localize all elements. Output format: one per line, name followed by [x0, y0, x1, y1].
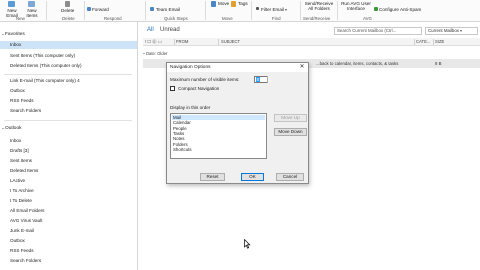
compact-navigation-label: Compact Navigation — [178, 85, 220, 91]
folder-search-folders[interactable]: Search Folders — [0, 107, 137, 115]
antispam-icon — [374, 7, 378, 11]
tab-all[interactable]: All — [147, 26, 154, 34]
forward-button[interactable]: Forward — [92, 7, 109, 12]
favorite-deleted-items[interactable]: Deleted Items (This computer only) — [0, 62, 137, 70]
search-input[interactable]: Search Current Mailbox (Ctrl... — [334, 27, 422, 35]
message-subject: ...back to calendar, items, contacts, & … — [316, 61, 399, 66]
tags-button[interactable]: Tags — [238, 1, 248, 6]
folder-drafts[interactable]: Drafts [3] — [0, 147, 137, 155]
list-filter-bar: All Unread Search Current Mailbox (Ctrl.… — [139, 24, 480, 36]
delete-button[interactable]: Delete — [61, 8, 74, 13]
navigation-options-dialog: Navigation Options ✕ Maximum number of v… — [166, 62, 309, 184]
display-order-label: Display in this order — [170, 105, 211, 110]
column-categories[interactable]: CATE... — [416, 38, 430, 46]
group-label-new: New — [16, 15, 25, 21]
folder-avg-virus-vault[interactable]: AVG Virus Vault — [0, 217, 137, 225]
send-receive-all-button[interactable]: Send/Receive All Folders — [304, 1, 334, 11]
reset-button[interactable]: Reset — [200, 173, 225, 181]
new-items-button[interactable]: New Items — [23, 8, 41, 18]
folder-to-delete[interactable]: I To Delete — [0, 197, 137, 205]
favorites-header[interactable]: Favorites — [0, 31, 137, 39]
favorite-inbox[interactable]: Inbox — [0, 41, 137, 49]
folder-link-email[interactable]: Link E-mail (This computer only) 4 — [0, 77, 137, 85]
order-item-shortcuts[interactable]: Shortcuts — [172, 147, 265, 152]
folder-to-archive[interactable]: I To Archive — [0, 187, 137, 195]
delete-icon[interactable] — [65, 1, 70, 7]
dialog-title: Navigation Options — [167, 63, 308, 72]
folder-sent-items[interactable]: Sent Items — [0, 157, 137, 165]
folder-outbox[interactable]: Outbox — [0, 87, 137, 95]
column-from[interactable]: FROM — [176, 38, 188, 46]
column-headers: ! ☐ ⓪ 🖂 FROM SUBJECT CATE... SIZE — [143, 38, 480, 46]
folder-search-folders-2[interactable]: Search Folders — [0, 257, 137, 265]
chevron-down-icon — [460, 29, 462, 32]
column-icons[interactable]: ! ☐ ⓪ 🖂 — [145, 38, 163, 46]
group-header[interactable]: Date: Older — [143, 50, 480, 57]
max-items-label: Maximum number of visible items: — [170, 77, 240, 82]
chevron-down-icon — [143, 52, 145, 54]
new-email-icon[interactable] — [8, 1, 15, 7]
move-icon[interactable] — [211, 1, 216, 7]
folder-rss-feeds-2[interactable]: RSS Feeds — [0, 247, 137, 255]
column-subject[interactable]: SUBJECT — [221, 38, 240, 46]
compact-navigation-checkbox[interactable] — [170, 86, 175, 91]
folder-all-email-folders[interactable]: All Email Folders — [0, 207, 137, 215]
group-label-send-receive: Send/Receive — [303, 15, 331, 21]
message-size: 8 B — [435, 61, 442, 66]
group-label-move: Move — [222, 15, 233, 21]
folder-rss-feeds[interactable]: RSS Feeds — [0, 97, 137, 105]
search-scope-dropdown[interactable]: Current Mailbox — [425, 27, 478, 35]
configure-antispam-button[interactable]: Configure Anti-Spam — [379, 7, 421, 12]
tags-icon[interactable] — [231, 1, 236, 7]
group-label-delete: Delete — [62, 15, 75, 21]
group-label-avg: AVG — [363, 15, 372, 21]
group-label-find: Find — [272, 15, 281, 21]
folder-lactive[interactable]: LActive — [0, 177, 137, 185]
ok-button[interactable]: OK — [241, 173, 264, 181]
team-email-quickstep[interactable]: Team Email — [156, 7, 180, 12]
team-email-icon — [150, 7, 154, 11]
mouse-cursor-icon — [244, 239, 251, 249]
move-button[interactable]: Move — [218, 1, 229, 6]
folder-outbox-2[interactable]: Outbox — [0, 237, 137, 245]
folder-pane: Favorites Inbox Sent Items (This compute… — [0, 22, 138, 270]
run-avg-button[interactable]: Run AVG User Interface — [341, 1, 371, 11]
new-items-icon[interactable] — [28, 1, 35, 7]
folder-junk-email[interactable]: Junk E-mail — [0, 227, 137, 235]
favorite-sent-items[interactable]: Sent Items (This computer only) — [0, 52, 137, 60]
column-size[interactable]: SIZE — [435, 38, 444, 46]
folder-inbox[interactable]: Inbox — [0, 137, 137, 145]
filter-icon — [256, 7, 259, 10]
close-icon[interactable]: ✕ — [297, 63, 307, 72]
cancel-button[interactable]: Cancel — [276, 173, 304, 181]
filter-email-button[interactable]: Filter Email — [261, 7, 287, 12]
move-up-button[interactable]: Move Up — [274, 114, 307, 122]
group-label-respond: Respond — [104, 15, 122, 21]
tab-unread[interactable]: Unread — [160, 26, 180, 34]
move-down-button[interactable]: Move Down — [274, 128, 307, 136]
group-label-quick-steps: Quick Steps — [164, 15, 188, 21]
folder-deleted-items[interactable]: Deleted Items — [0, 167, 137, 175]
chevron-down-icon — [1, 34, 4, 35]
outlook-header[interactable]: Outlook — [0, 125, 137, 133]
chevron-down-icon — [1, 128, 4, 129]
max-items-spinner[interactable] — [267, 76, 271, 83]
ribbon: New Email New Items Delete Forward Team … — [0, 0, 480, 22]
forward-icon — [87, 7, 91, 11]
chevron-down-icon — [284, 8, 287, 11]
display-order-list[interactable]: Mail Calendar People Tasks Notes Folders… — [170, 113, 267, 159]
